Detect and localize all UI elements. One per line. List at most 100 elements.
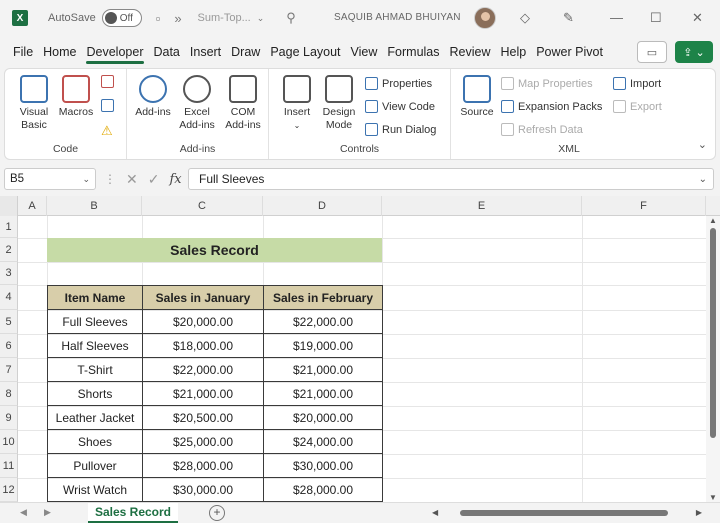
enter-icon[interactable]: ✓ [148,171,160,188]
ribbon-collapse-icon[interactable]: ⌄ [698,138,707,151]
tab-formulas[interactable]: Formulas [382,38,444,66]
sheet-tab-sales-record[interactable]: Sales Record [88,503,178,523]
source-button[interactable]: Source [459,75,495,119]
row-header-7[interactable]: 7 [0,358,18,382]
row-header-5[interactable]: 5 [0,310,18,334]
expand-formula-icon[interactable]: ⌄ [699,174,707,185]
scroll-thumb[interactable] [710,228,716,438]
pen-icon[interactable]: ✎ [563,10,574,26]
tab-review[interactable]: Review [445,38,496,66]
row-header-10[interactable]: 10 [0,430,18,454]
row-header-11[interactable]: 11 [0,454,18,478]
cell-february[interactable]: $20,000.00 [263,405,383,430]
cell-january[interactable]: $22,000.00 [142,357,264,382]
row-header-9[interactable]: 9 [0,406,18,430]
expansion-packs-button[interactable]: Expansion Packs [501,100,602,113]
cell-february[interactable]: $21,000.00 [263,357,383,382]
cell-february[interactable]: $22,000.00 [263,309,383,334]
sales-record-title[interactable]: Sales Record [47,238,382,262]
save-icon[interactable]: ▫ [156,11,161,26]
row-header-3[interactable]: 3 [0,262,18,285]
column-header-d[interactable]: D [263,196,382,216]
tab-power-pivot[interactable]: Power Pivot [531,38,608,66]
cell-january[interactable]: $30,000.00 [142,477,264,502]
cell-item[interactable]: Half Sleeves [47,333,143,358]
comments-button[interactable]: ▭ [637,41,667,63]
worksheet[interactable]: A B C D E F 1 2 3 4 5 6 7 8 9 10 11 12 S… [0,196,720,502]
cell-february[interactable]: $21,000.00 [263,381,383,406]
cell-january[interactable]: $18,000.00 [142,333,264,358]
refresh-data-button[interactable]: Refresh Data [501,123,583,136]
minimize-icon[interactable]: — [610,10,623,25]
cell-february[interactable]: $28,000.00 [263,477,383,502]
next-sheet-icon[interactable]: ▶ [44,507,51,518]
cell-january[interactable]: $20,500.00 [142,405,264,430]
cell-item[interactable]: Leather Jacket [47,405,143,430]
add-sheet-icon[interactable]: + [209,505,225,521]
tab-developer[interactable]: Developer [82,38,149,66]
design-mode-button[interactable]: Design Mode [319,75,359,132]
cell-item[interactable]: Shoes [47,429,143,454]
scroll-right-icon[interactable]: ▶ [696,508,702,517]
visual-basic-button[interactable]: Visual Basic [13,75,55,132]
cancel-icon[interactable]: ✕ [126,171,138,188]
map-properties-button[interactable]: Map Properties [501,77,593,90]
share-button[interactable]: ⇪ ⌄ [675,41,713,63]
tab-draw[interactable]: Draw [226,38,265,66]
more-commands-icon[interactable]: » [174,11,181,26]
row-header-6[interactable]: 6 [0,334,18,358]
view-code-button[interactable]: View Code [365,100,435,113]
run-dialog-button[interactable]: Run Dialog [365,123,436,136]
tab-view[interactable]: View [346,38,383,66]
column-header-c[interactable]: C [142,196,263,216]
cell-item[interactable]: Shorts [47,381,143,406]
select-all-corner[interactable] [0,196,18,216]
avatar[interactable] [474,7,496,29]
autosave-toggle[interactable]: Off [101,9,142,27]
column-header-e[interactable]: E [382,196,582,216]
horizontal-scrollbar[interactable]: ◀ ▶ [432,508,702,518]
tab-home[interactable]: Home [38,38,81,66]
column-header-b[interactable]: B [47,196,142,216]
cell-item[interactable]: T-Shirt [47,357,143,382]
cell-january[interactable]: $28,000.00 [142,453,264,478]
row-header-12[interactable]: 12 [0,478,18,502]
formula-input[interactable]: Full Sleeves ⌄ [188,168,714,190]
close-icon[interactable]: ✕ [692,10,703,26]
document-title[interactable]: Sum-Top... [198,12,251,24]
row-header-4[interactable]: 4 [0,285,18,310]
row-header-1[interactable]: 1 [0,216,18,238]
tab-insert[interactable]: Insert [185,38,226,66]
com-addins-button[interactable]: COM Add-ins [221,75,265,132]
name-box[interactable]: B5 ⌄ [4,168,96,190]
diamond-icon[interactable]: ◇ [520,10,530,26]
cell-january[interactable]: $21,000.00 [142,381,264,406]
header-item-name[interactable]: Item Name [47,285,143,310]
cell-january[interactable]: $25,000.00 [142,429,264,454]
vertical-scrollbar[interactable]: ▲ ▼ [706,216,720,502]
macros-button[interactable]: Macros [57,75,95,119]
scroll-up-icon[interactable]: ▲ [709,216,717,225]
insert-function-icon[interactable]: fx [169,172,181,187]
cell-february[interactable]: $19,000.00 [263,333,383,358]
cell-february[interactable]: $24,000.00 [263,429,383,454]
prev-sheet-icon[interactable]: ◀ [20,507,27,518]
row-header-8[interactable]: 8 [0,382,18,406]
export-button[interactable]: Export [613,100,662,113]
macro-security-button[interactable]: ⚠ [101,123,113,139]
title-dropdown-icon[interactable]: ⌄ [257,13,265,24]
tab-page-layout[interactable]: Page Layout [265,38,345,66]
scroll-left-icon[interactable]: ◀ [432,508,438,517]
header-sales-january[interactable]: Sales in January [142,285,264,310]
addins-button[interactable]: Add-ins [135,75,171,119]
user-name[interactable]: SAQUIB AHMAD BHUIYAN [334,12,461,23]
tab-file[interactable]: File [8,38,38,66]
row-header-2[interactable]: 2 [0,238,18,262]
excel-addins-button[interactable]: Excel Add-ins [175,75,219,132]
search-icon[interactable]: ⚲ [286,10,296,26]
cell-item[interactable]: Full Sleeves [47,309,143,334]
import-button[interactable]: Import [613,77,661,90]
properties-button[interactable]: Properties [365,77,432,90]
maximize-icon[interactable]: ☐ [650,10,662,26]
cell-january[interactable]: $20,000.00 [142,309,264,334]
